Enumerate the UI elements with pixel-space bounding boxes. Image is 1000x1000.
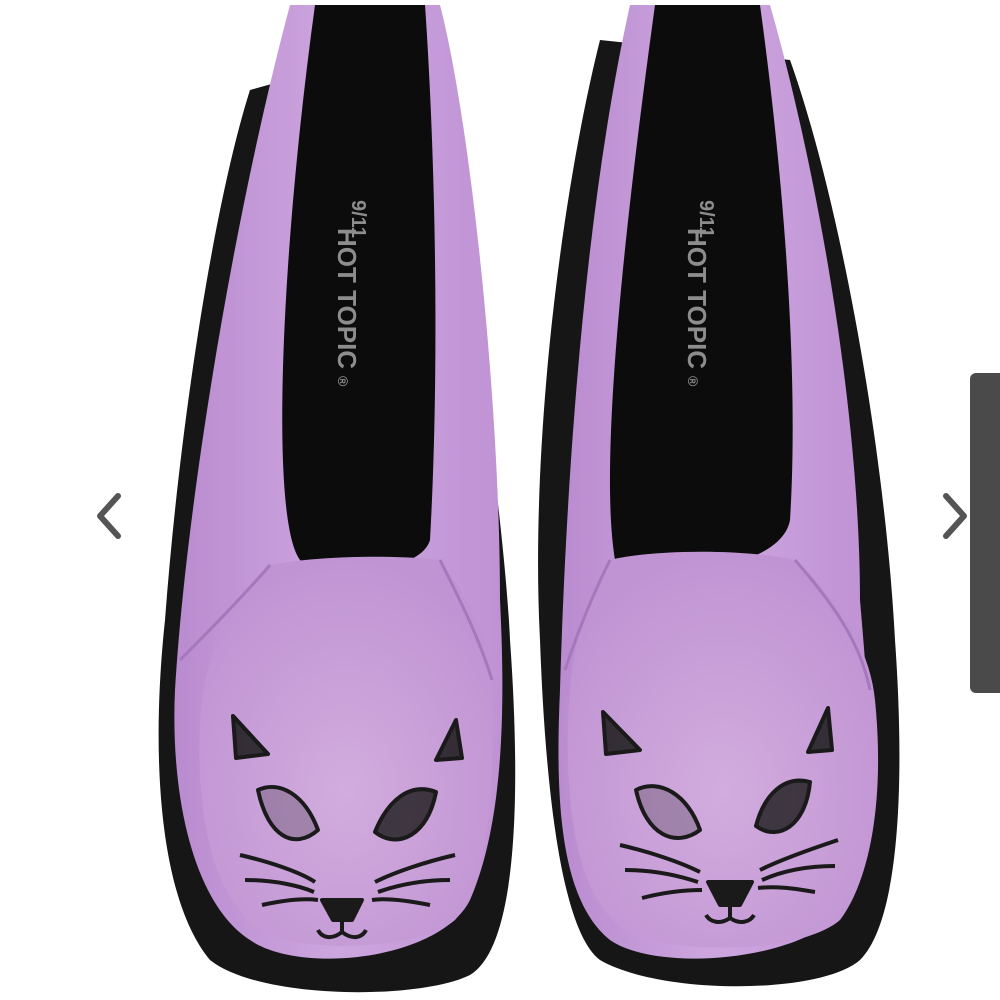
insole-brand-left: HOT TOPIC [332, 228, 362, 369]
product-image-gallery: 9/11 HOT TOPIC ® 9/11 HOT TOPIC ® [0, 0, 1000, 1000]
insole-brand-right: HOT TOPIC [682, 228, 712, 369]
insole-registered-right: ® [685, 376, 701, 387]
chevron-right-icon [943, 493, 967, 539]
right-shoe: 9/11 HOT TOPIC ® [538, 5, 900, 987]
previous-image-button[interactable] [78, 480, 138, 552]
chevron-left-icon [97, 493, 121, 539]
side-panel-tab[interactable] [970, 373, 1000, 693]
product-image: 9/11 HOT TOPIC ® 9/11 HOT TOPIC ® [158, 5, 900, 993]
left-shoe: 9/11 HOT TOPIC ® [158, 5, 516, 993]
insole-registered-left: ® [335, 376, 351, 387]
